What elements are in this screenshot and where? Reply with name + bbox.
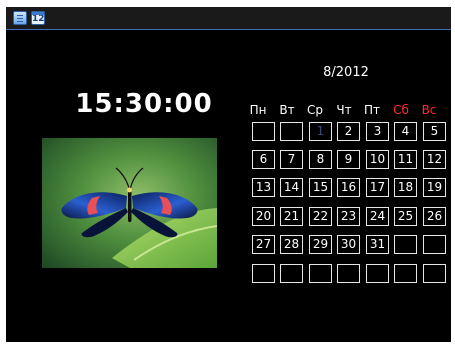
calendar-day-cell[interactable]: 24 [366, 207, 389, 226]
calendar-day-cell[interactable]: 28 [280, 235, 303, 254]
calendar-day-cell[interactable]: 17 [366, 178, 389, 197]
calendar-day-cell[interactable]: 8 [309, 150, 332, 169]
calendar-day-cell[interactable]: 13 [252, 178, 275, 197]
clock-time: 15:30:00 [75, 89, 213, 119]
butterfly-image [42, 138, 217, 268]
calendar-empty-cell [394, 235, 417, 254]
calendar-day-cell[interactable]: 18 [394, 178, 417, 197]
calendar-day-cell[interactable]: 31 [366, 235, 389, 254]
calendar-month-label: 8/2012 [323, 65, 369, 80]
calendar-icon[interactable]: 12 [31, 11, 45, 25]
weekday-mon: Пн [249, 103, 267, 117]
calendar-day-cell[interactable]: 30 [337, 235, 360, 254]
calendar-empty-cell [280, 264, 303, 283]
calendar-day-cell[interactable]: 14 [280, 178, 303, 197]
weekday-sat: Сб [393, 103, 409, 117]
calendar-empty-cell [423, 235, 446, 254]
calendar-grid: 1 2 3 4 5 6 7 8 9 10 11 12 13 14 15 16 17 18 19 20 21 22 23 24 2… [245, 122, 446, 283]
weekday-thu: Чт [336, 103, 352, 117]
calendar-empty-cell [252, 264, 275, 283]
calendar-empty-cell [366, 264, 389, 283]
top-bar: 12 [6, 7, 451, 30]
calendar-empty-cell [252, 122, 275, 141]
calendar-day-cell[interactable]: 22 [309, 207, 332, 226]
photo-frame-screen: 12 15:30:00 8/2012 Пн Вт Ср Чт Пт Сб Вс … [6, 7, 451, 342]
calendar-day-cell[interactable]: 3 [366, 122, 389, 141]
calendar-day-cell[interactable]: 1 [309, 122, 332, 141]
calendar-day-cell[interactable]: 9 [337, 150, 360, 169]
weekday-wed: Ср [307, 103, 323, 117]
calendar-empty-cell [337, 264, 360, 283]
calendar-empty-cell [309, 264, 332, 283]
calendar-day-cell[interactable]: 7 [280, 150, 303, 169]
notepad-icon[interactable] [13, 11, 27, 25]
calendar-day-cell[interactable]: 4 [394, 122, 417, 141]
calendar-day-cell[interactable]: 16 [337, 178, 360, 197]
calendar-day-cell[interactable]: 21 [280, 207, 303, 226]
calendar-day-cell[interactable]: 10 [366, 150, 389, 169]
calendar-empty-cell [280, 122, 303, 141]
butterfly-photo [42, 138, 217, 268]
calendar-day-cell[interactable]: 25 [394, 207, 417, 226]
calendar-weekday-header: Пн Вт Ср Чт Пт Сб Вс [245, 103, 441, 117]
weekday-fri: Пт [363, 103, 380, 117]
calendar-day-cell[interactable]: 5 [423, 122, 446, 141]
calendar-day-cell[interactable]: 19 [423, 178, 446, 197]
weekday-sun: Вс [421, 103, 437, 117]
calendar-day-cell[interactable]: 26 [423, 207, 446, 226]
calendar-empty-cell [394, 264, 417, 283]
calendar-day-cell[interactable]: 12 [423, 150, 446, 169]
calendar-day-cell[interactable]: 11 [394, 150, 417, 169]
calendar-empty-cell [423, 264, 446, 283]
calendar-day-cell[interactable]: 2 [337, 122, 360, 141]
calendar-day-cell[interactable]: 20 [252, 207, 275, 226]
calendar-day-cell[interactable]: 29 [309, 235, 332, 254]
weekday-tue: Вт [279, 103, 295, 117]
calendar-day-cell[interactable]: 27 [252, 235, 275, 254]
calendar-day-cell[interactable]: 15 [309, 178, 332, 197]
calendar-day-cell[interactable]: 6 [252, 150, 275, 169]
calendar-day-cell[interactable]: 23 [337, 207, 360, 226]
